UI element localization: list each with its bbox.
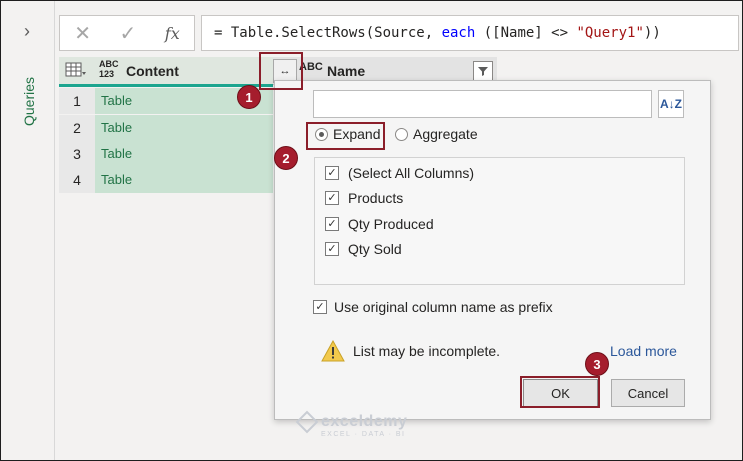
row-number: 3 bbox=[59, 141, 95, 167]
content-column-title: Content bbox=[126, 63, 179, 79]
column-list: ✓ (Select All Columns) ✓ Products ✓ Qty … bbox=[314, 157, 685, 285]
content-cell[interactable]: Table bbox=[95, 167, 273, 193]
checkbox-checked-icon[interactable]: ✓ bbox=[325, 217, 339, 231]
expand-option-highlight bbox=[306, 122, 385, 150]
ok-button-highlight bbox=[520, 376, 600, 408]
formula-part: ([Name] <> bbox=[475, 25, 577, 41]
step-1-badge: 1 bbox=[237, 85, 261, 109]
warning-text: List may be incomplete. bbox=[353, 343, 501, 359]
formula-keyword: each bbox=[441, 25, 476, 41]
cancel-formula-icon[interactable]: ✕ bbox=[74, 21, 91, 46]
name-column-title: Name bbox=[327, 63, 366, 79]
table-menu-icon[interactable] bbox=[65, 62, 87, 78]
checkbox-checked-icon[interactable]: ✓ bbox=[325, 191, 339, 205]
aggregate-radio-label: Aggregate bbox=[413, 126, 478, 142]
power-query-window: › Queries ✕ ✓ fx = Table.SelectRows(Sour… bbox=[0, 0, 743, 461]
column-label: Qty Produced bbox=[348, 216, 434, 232]
queries-pane: › Queries bbox=[1, 1, 55, 460]
formula-bar-buttons: ✕ ✓ fx bbox=[59, 15, 195, 51]
aggregate-radio-circle[interactable] bbox=[395, 127, 408, 141]
queries-pane-label[interactable]: Queries bbox=[19, 71, 39, 131]
step-2-badge: 2 bbox=[274, 146, 298, 170]
column-checkbox-qty-produced[interactable]: ✓ Qty Produced bbox=[325, 216, 434, 232]
exceldemy-logo-icon bbox=[295, 410, 319, 434]
expand-button-highlight bbox=[259, 52, 303, 90]
row-number: 1 bbox=[59, 88, 95, 114]
prefix-label: Use original column name as prefix bbox=[334, 299, 553, 315]
aggregate-radio[interactable]: Aggregate bbox=[395, 126, 478, 142]
cancel-button[interactable]: Cancel bbox=[611, 379, 685, 407]
formula-part: = Table.SelectRows(Source, bbox=[214, 25, 442, 41]
type-any-icon[interactable]: ABC 123 bbox=[99, 59, 119, 79]
column-checkbox-products[interactable]: ✓ Products bbox=[325, 190, 403, 206]
column-label: Qty Sold bbox=[348, 241, 402, 257]
watermark-tagline: EXCEL · DATA · BI bbox=[321, 431, 406, 438]
warning-icon bbox=[321, 340, 345, 362]
checkbox-checked-icon[interactable]: ✓ bbox=[325, 242, 339, 256]
column-search-input[interactable] bbox=[313, 90, 652, 118]
step-3-badge: 3 bbox=[585, 352, 609, 376]
table-row: 4 Table bbox=[59, 167, 273, 193]
prefix-checkbox[interactable]: ✓ Use original column name as prefix bbox=[313, 299, 553, 315]
content-cell[interactable]: Table bbox=[95, 141, 273, 167]
table-row: 3 Table bbox=[59, 141, 273, 167]
column-label: (Select All Columns) bbox=[348, 165, 475, 181]
insert-function-icon[interactable]: fx bbox=[165, 24, 180, 43]
filter-dropdown-icon[interactable] bbox=[473, 61, 493, 81]
warning-message: List may be incomplete. bbox=[321, 340, 500, 362]
column-checkbox-qty-sold[interactable]: ✓ Qty Sold bbox=[325, 241, 402, 257]
commit-formula-icon[interactable]: ✓ bbox=[120, 21, 137, 46]
exceldemy-watermark: exceldemy EXCEL · DATA · BI bbox=[295, 410, 408, 438]
row-number: 4 bbox=[59, 167, 95, 193]
column-label: Products bbox=[348, 190, 404, 206]
expand-queries-chevron-icon[interactable]: › bbox=[17, 21, 37, 41]
checkbox-checked-icon[interactable]: ✓ bbox=[325, 166, 339, 180]
formula-input[interactable]: = Table.SelectRows(Source, each ([Name] … bbox=[201, 15, 739, 51]
checkbox-checked-icon[interactable]: ✓ bbox=[313, 300, 327, 314]
sort-az-icon[interactable]: A↓Z bbox=[658, 90, 684, 118]
load-more-link[interactable]: Load more bbox=[610, 343, 677, 359]
content-column-header[interactable]: ABC 123 Content bbox=[59, 57, 273, 87]
watermark-name: exceldemy bbox=[321, 413, 408, 430]
formula-string: "Query1" bbox=[576, 25, 644, 41]
column-checkbox-select-all[interactable]: ✓ (Select All Columns) bbox=[325, 165, 474, 181]
row-number: 2 bbox=[59, 115, 95, 141]
formula-part: )) bbox=[643, 25, 661, 41]
table-row: 2 Table bbox=[59, 115, 273, 141]
content-cell[interactable]: Table bbox=[95, 115, 273, 141]
